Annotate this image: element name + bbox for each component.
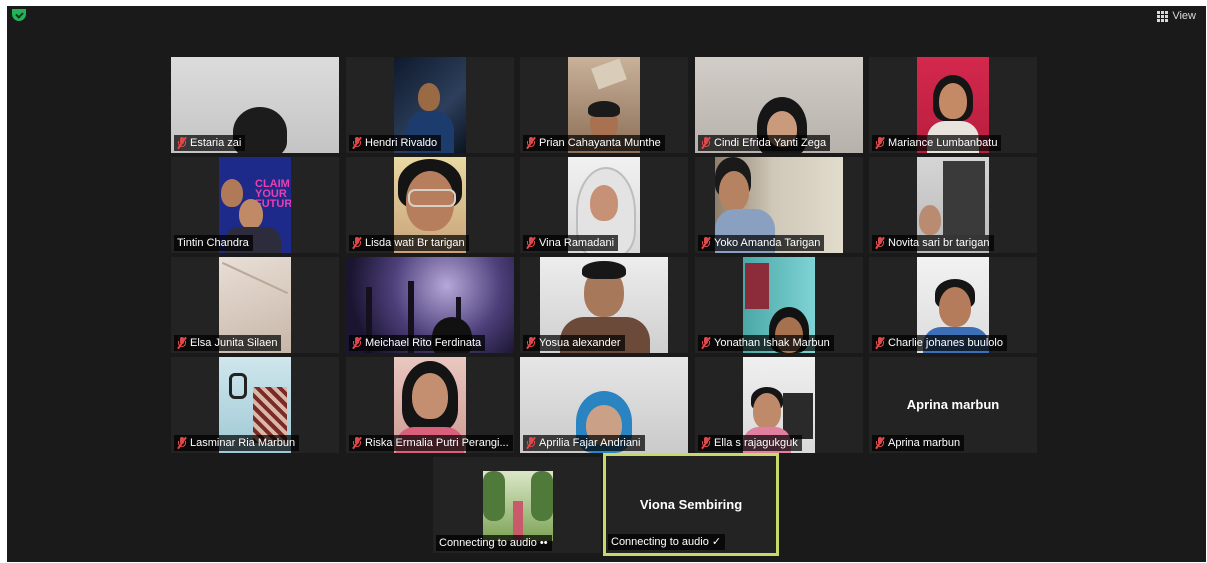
participant-name: Estaria zai bbox=[190, 137, 242, 149]
mic-muted-icon bbox=[701, 136, 711, 150]
participant-name: Vina Ramadani bbox=[539, 237, 615, 249]
participant-tile[interactable]: Lasminar Ria Marbun bbox=[171, 357, 339, 453]
participant-tile[interactable]: Yosua alexander bbox=[520, 257, 688, 353]
participant-name: Yosua alexander bbox=[539, 337, 621, 349]
mic-muted-icon bbox=[177, 336, 187, 350]
participant-tile[interactable]: Hendri Rivaldo bbox=[346, 57, 514, 153]
participant-name-label: Charlie johanes buulolo bbox=[872, 335, 1007, 351]
participant-name-label: Prian Cahayanta Munthe bbox=[523, 135, 665, 151]
participant-name-label: Connecting to audio •• bbox=[436, 535, 552, 551]
participant-tile-active-speaker[interactable]: Viona Sembiring Connecting to audio ✓ bbox=[603, 453, 779, 556]
participant-name: Yoko Amanda Tarigan bbox=[714, 237, 821, 249]
participant-name: Ella s rajagukguk bbox=[714, 437, 798, 449]
participant-name: Hendri Rivaldo bbox=[365, 137, 438, 149]
encryption-shield[interactable] bbox=[12, 9, 32, 23]
participant-tile[interactable]: Aprina marbun Aprina marbun bbox=[869, 357, 1037, 453]
participant-tile[interactable]: Cindi Efrida Yanti Zega bbox=[695, 57, 863, 153]
view-button[interactable]: View bbox=[1157, 8, 1196, 24]
participant-name: Novita sari br tarigan bbox=[888, 237, 990, 249]
view-button-label: View bbox=[1172, 10, 1196, 22]
participant-name-label: Ella s rajagukguk bbox=[698, 435, 802, 451]
participant-tile[interactable]: Riska Ermalia Putri Perangi... bbox=[346, 357, 514, 453]
participant-name-label: Estaria zai bbox=[174, 135, 246, 151]
participant-tile[interactable]: Mariance Lumbanbatu bbox=[869, 57, 1037, 153]
participant-name: Aprilia Fajar Andriani bbox=[539, 437, 641, 449]
participant-tile[interactable]: Yoko Amanda Tarigan bbox=[695, 157, 863, 253]
mic-muted-icon bbox=[352, 436, 362, 450]
mic-muted-icon bbox=[526, 136, 536, 150]
participant-name-label: Riska Ermalia Putri Perangi... bbox=[349, 435, 513, 451]
participant-name-label: Elsa Junita Silaen bbox=[174, 335, 282, 351]
participant-name: Cindi Efrida Yanti Zega bbox=[714, 137, 827, 149]
participant-name: Lasminar Ria Marbun bbox=[190, 437, 296, 449]
mic-muted-icon bbox=[177, 136, 187, 150]
participant-display-name: Viona Sembiring bbox=[639, 497, 743, 512]
participant-name: Mariance Lumbanbatu bbox=[888, 137, 998, 149]
participant-name: Riska Ermalia Putri Perangi... bbox=[365, 437, 509, 449]
gallery-grid-icon bbox=[1157, 10, 1169, 22]
participant-name-label: Lisda wati Br tarigan bbox=[349, 235, 469, 251]
mic-muted-icon bbox=[701, 236, 711, 250]
participant-name-label: Connecting to audio ✓ bbox=[608, 534, 726, 550]
participant-tile[interactable]: Lisda wati Br tarigan bbox=[346, 157, 514, 253]
participant-tile[interactable]: Novita sari br tarigan bbox=[869, 157, 1037, 253]
mic-muted-icon bbox=[701, 436, 711, 450]
participant-name: Tintin Chandra bbox=[177, 237, 249, 249]
participant-name: Meichael Rito Ferdinata bbox=[365, 337, 482, 349]
mic-muted-icon bbox=[875, 236, 885, 250]
participant-name-label: Hendri Rivaldo bbox=[349, 135, 442, 151]
video-feed bbox=[483, 471, 553, 541]
mic-muted-icon bbox=[526, 436, 536, 450]
participant-tile[interactable]: Connecting to audio •• bbox=[433, 457, 601, 553]
participant-name: Connecting to audio ✓ bbox=[611, 536, 722, 548]
shield-check-icon bbox=[12, 9, 26, 21]
mic-muted-icon bbox=[352, 236, 362, 250]
participant-name: Connecting to audio •• bbox=[439, 537, 548, 549]
participant-name: Yonathan Ishak Marbun bbox=[714, 337, 830, 349]
mic-muted-icon bbox=[701, 336, 711, 350]
mic-muted-icon bbox=[526, 336, 536, 350]
mic-muted-icon bbox=[352, 136, 362, 150]
participant-name: Elsa Junita Silaen bbox=[190, 337, 278, 349]
participant-name-label: Cindi Efrida Yanti Zega bbox=[698, 135, 831, 151]
mic-muted-icon bbox=[352, 336, 362, 350]
participant-tile[interactable]: Prian Cahayanta Munthe bbox=[520, 57, 688, 153]
participant-name-label: Vina Ramadani bbox=[523, 235, 619, 251]
mic-muted-icon bbox=[177, 436, 187, 450]
participant-tile[interactable]: Elsa Junita Silaen bbox=[171, 257, 339, 353]
participant-name-label: Yonathan Ishak Marbun bbox=[698, 335, 834, 351]
participant-display-name: Aprina marbun bbox=[906, 397, 1000, 412]
participant-tile[interactable]: Estaria zai bbox=[171, 57, 339, 153]
participant-name-label: Novita sari br tarigan bbox=[872, 235, 994, 251]
participant-tile[interactable]: Charlie johanes buulolo bbox=[869, 257, 1037, 353]
meeting-window: View Estaria zai Hendri Rivaldo Prian Ca bbox=[7, 6, 1206, 562]
participant-name: Prian Cahayanta Munthe bbox=[539, 137, 661, 149]
participant-name-label: Aprina marbun bbox=[872, 435, 965, 451]
participant-tile[interactable]: Vina Ramadani bbox=[520, 157, 688, 253]
participant-name-label: Yosua alexander bbox=[523, 335, 625, 351]
participant-name-label: Lasminar Ria Marbun bbox=[174, 435, 300, 451]
participant-name: Charlie johanes buulolo bbox=[888, 337, 1003, 349]
participant-tile[interactable]: Yonathan Ishak Marbun bbox=[695, 257, 863, 353]
participant-tile[interactable]: Ella s rajagukguk bbox=[695, 357, 863, 453]
participant-tile[interactable]: Aprilia Fajar Andriani bbox=[520, 357, 688, 453]
participant-name-label: Meichael Rito Ferdinata bbox=[349, 335, 486, 351]
participant-tile[interactable]: Meichael Rito Ferdinata bbox=[346, 257, 514, 353]
participant-name-label: Mariance Lumbanbatu bbox=[872, 135, 1002, 151]
mic-muted-icon bbox=[526, 236, 536, 250]
participant-name-label: Tintin Chandra bbox=[174, 235, 253, 251]
participant-tile[interactable]: CLAIM YOUR FUTURE Tintin Chandra bbox=[171, 157, 339, 253]
participant-name-label: Aprilia Fajar Andriani bbox=[523, 435, 645, 451]
participant-name: Aprina marbun bbox=[888, 437, 961, 449]
mic-muted-icon bbox=[875, 336, 885, 350]
participant-name-label: Yoko Amanda Tarigan bbox=[698, 235, 825, 251]
mic-muted-icon bbox=[875, 136, 885, 150]
participant-name: Lisda wati Br tarigan bbox=[365, 237, 465, 249]
mic-muted-icon bbox=[875, 436, 885, 450]
